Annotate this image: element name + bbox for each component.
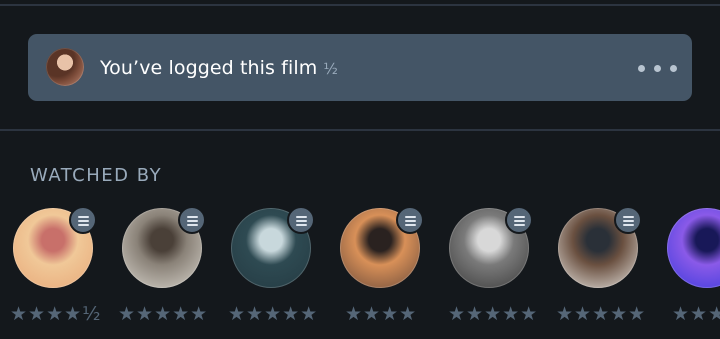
watcher-rating: ★★★★★	[228, 303, 319, 325]
watcher-rating: ★★★★★	[448, 303, 539, 325]
watcher-views-of-cinema-logo[interactable]: ★★★★★	[228, 206, 331, 328]
review-list-icon[interactable]	[178, 206, 206, 234]
more-options-button[interactable]	[638, 58, 678, 78]
user-avatar[interactable]	[46, 48, 84, 86]
more-dot-icon	[670, 65, 677, 72]
watcher-rating: ★★★★★	[118, 303, 209, 325]
logged-label: You’ve logged this film	[100, 57, 318, 79]
watched-by-heading: WATCHED BY	[30, 165, 163, 186]
review-list-icon[interactable]	[614, 206, 642, 234]
logged-status: You’ve logged this film ½	[100, 56, 338, 81]
top-divider	[0, 4, 720, 6]
watcher-masked-man[interactable]: ★★★★★	[556, 206, 658, 328]
watcher-blue-stage[interactable]: ★★★	[667, 208, 720, 328]
logged-film-bar[interactable]: You’ve logged this film ½	[28, 34, 692, 101]
watcher-woman-orange-jumpsuit[interactable]: ★★★★	[340, 206, 440, 328]
watcher-rating: ★★★★★	[556, 303, 647, 325]
review-list-icon[interactable]	[396, 206, 424, 234]
watcher-rating: ★★★	[672, 303, 720, 325]
section-divider	[0, 129, 720, 131]
logged-rating: ½	[323, 60, 338, 78]
more-dot-icon	[638, 65, 645, 72]
review-list-icon[interactable]	[69, 206, 97, 234]
review-list-icon[interactable]	[505, 206, 533, 234]
watcher-camera-operator[interactable]: ★★★★★	[448, 206, 549, 328]
watcher-cartoon-princess[interactable]: ★★★★½	[10, 206, 113, 328]
watcher-man-in-suit[interactable]: ★★★★★	[118, 206, 222, 328]
watcher-avatar[interactable]	[667, 208, 720, 288]
watcher-rating: ★★★★½	[10, 303, 102, 325]
more-dot-icon	[654, 65, 661, 72]
review-list-icon[interactable]	[287, 206, 315, 234]
watcher-rating: ★★★★	[345, 303, 418, 325]
